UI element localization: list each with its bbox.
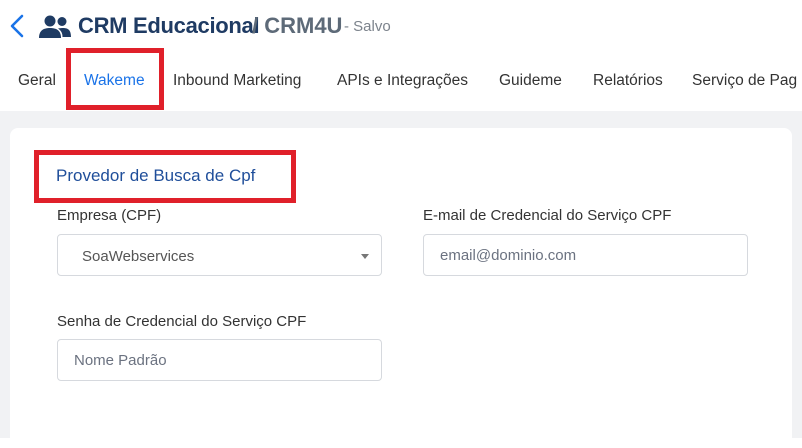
tab-bar: Geral Wakeme Inbound Marketing APIs e In… [0, 60, 802, 110]
active-tab-indicator [75, 107, 155, 110]
company-select-value: SoaWebservices [82, 248, 195, 265]
back-arrow-icon[interactable] [6, 12, 30, 40]
save-status: - Salvo [344, 18, 391, 35]
email-field[interactable] [423, 234, 748, 276]
company-label: Empresa (CPF) [57, 207, 162, 224]
tab-guideme[interactable]: Guideme [499, 72, 562, 90]
page-title: CRM Educacional [78, 13, 260, 38]
tab-apis-integracoes[interactable]: APIs e Integrações [337, 72, 468, 90]
app-header: CRM Educacional / CRM4U - Salvo [0, 0, 802, 54]
tab-relatorios[interactable]: Relatórios [593, 72, 663, 90]
people-icon [39, 15, 71, 38]
tab-geral[interactable]: Geral [18, 72, 56, 90]
page-subtitle: / CRM4U [252, 13, 343, 38]
dropdown-caret-icon [361, 254, 369, 259]
email-label: E-mail de Credencial do Serviço CPF [423, 207, 672, 224]
section-title: Provedor de Busca de Cpf [56, 166, 256, 185]
tab-inbound-marketing[interactable]: Inbound Marketing [173, 72, 301, 90]
tab-wakeme[interactable]: Wakeme [84, 72, 145, 90]
password-field[interactable] [57, 339, 382, 381]
tab-servico-de-pagamento[interactable]: Serviço de Pag [692, 72, 797, 90]
password-label: Senha de Credencial do Serviço CPF [57, 313, 307, 330]
